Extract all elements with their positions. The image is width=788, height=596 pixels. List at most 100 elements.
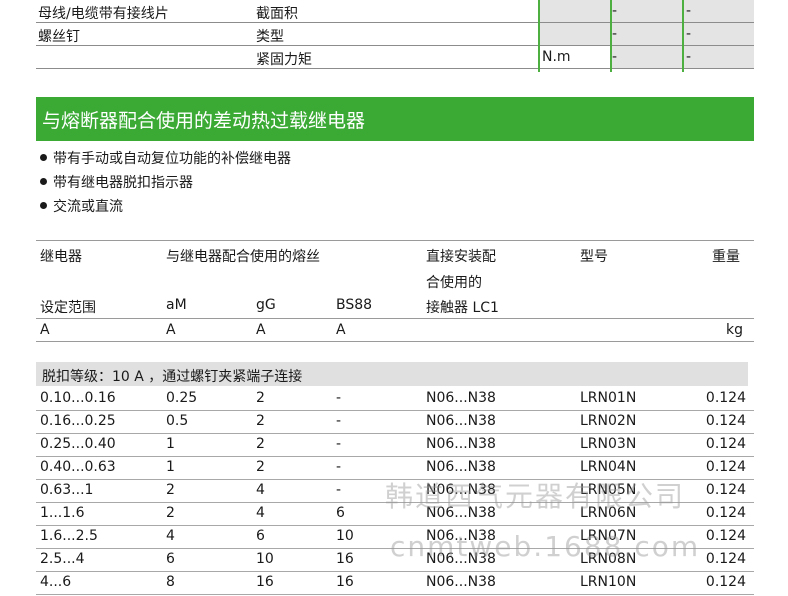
cell-range: 1.6...2.5 <box>40 528 98 544</box>
spec-row: 紧固力矩 N.m - - <box>36 46 754 69</box>
cell-model: LRN10N <box>580 574 637 590</box>
cell-weight: 0.124 <box>705 482 746 498</box>
unit-weight: kg <box>726 322 743 338</box>
cell-gg: 10 <box>256 551 274 567</box>
watermark-url: cnmtweb.1688.com <box>390 530 701 563</box>
cell-gg: 16 <box>256 574 274 590</box>
unit-bs88: A <box>336 322 346 338</box>
group-label: 脱扣等级：10 A ，通过螺钉夹紧端子连接 <box>42 369 303 385</box>
cell-range: 0.40...0.63 <box>40 459 116 475</box>
spec-label: 螺丝钉 <box>38 29 80 45</box>
bullet-dot-icon <box>40 202 47 209</box>
cell-am: 2 <box>166 505 175 521</box>
cell-model: LRN04N <box>580 459 637 475</box>
header-gg: gG <box>256 297 276 313</box>
column-divider <box>610 0 612 72</box>
cell-bs88: - <box>336 436 342 452</box>
cell-model: LRN03N <box>580 436 637 452</box>
cell-range: 0.10...0.16 <box>40 390 116 406</box>
cell-gg: 4 <box>256 482 265 498</box>
spec-row: 母线/电缆带有接线片 截面积 - - <box>36 0 754 23</box>
cell-weight: 0.124 <box>705 390 746 406</box>
cell-bs88: 6 <box>336 505 345 521</box>
cell-weight: 0.124 <box>705 551 746 567</box>
cell-weight: 0.124 <box>705 505 746 521</box>
header-contactor: 直接安装配 <box>426 249 496 265</box>
bullet-text: 带有继电器脱扣指示器 <box>53 175 193 191</box>
spec-table: 母线/电缆带有接线片 截面积 - - 螺丝钉 类型 - - 紧固力矩 N.m -… <box>36 0 754 72</box>
unit-setting: A <box>40 322 50 338</box>
cell-bs88: 16 <box>336 551 354 567</box>
spec-sub-label: 类型 <box>256 29 284 45</box>
header-fuse: 与继电器配合使用的熔丝 <box>166 249 320 265</box>
spec-row: 螺丝钉 类型 - - <box>36 23 754 46</box>
spec-unit: N.m <box>542 49 571 65</box>
bullet-dot-icon <box>40 154 47 161</box>
cell-model: LRN02N <box>580 413 637 429</box>
watermark-company: 韩道西气元器有限公司 <box>385 480 686 513</box>
table-row: 0.10...0.16 0.25 2 - N06...N38 LRN01N 0.… <box>36 387 754 411</box>
cell-bs88: - <box>336 482 342 498</box>
cell-am: 2 <box>166 482 175 498</box>
unit-rule <box>36 341 754 342</box>
header-contactor: 接触器 LC1 <box>426 300 499 316</box>
cell-am: 4 <box>166 528 175 544</box>
cell-weight: 0.124 <box>705 574 746 590</box>
table-row: 0.16...0.25 0.5 2 - N06...N38 LRN02N 0.1… <box>36 410 754 434</box>
unit-am: A <box>166 322 176 338</box>
spec-value: - <box>612 26 618 42</box>
cell-range: 2.5...4 <box>40 551 85 567</box>
feature-bullet: 带有继电器脱扣指示器 <box>40 172 193 192</box>
cell-gg: 4 <box>256 505 265 521</box>
cell-am: 0.25 <box>166 390 198 406</box>
header-rule <box>36 318 754 319</box>
table-row: 0.25...0.40 1 2 - N06...N38 LRN03N 0.124 <box>36 433 754 457</box>
unit-gg: A <box>256 322 266 338</box>
cell-gg: 2 <box>256 436 265 452</box>
cell-gg: 2 <box>256 459 265 475</box>
header-model: 型号 <box>580 249 608 265</box>
spec-sub-label: 截面积 <box>256 6 298 22</box>
cell-contactor: N06...N38 <box>426 390 496 406</box>
table-top-rule <box>36 240 754 241</box>
cell-bs88: 10 <box>336 528 354 544</box>
cell-am: 1 <box>166 436 175 452</box>
column-divider <box>682 0 684 72</box>
cell-am: 6 <box>166 551 175 567</box>
cell-bs88: 16 <box>336 574 354 590</box>
section-title: 与熔断器配合使用的差动热过载继电器 <box>42 110 366 132</box>
cell-am: 8 <box>166 574 175 590</box>
cell-range: 0.25...0.40 <box>40 436 116 452</box>
cell-bs88: - <box>336 413 342 429</box>
section-header: 与熔断器配合使用的差动热过载继电器 <box>36 97 754 141</box>
header-bs88: BS88 <box>336 297 373 313</box>
cell-gg: 2 <box>256 413 265 429</box>
cell-bs88: - <box>336 390 342 406</box>
cell-contactor: N06...N38 <box>426 574 496 590</box>
cell-weight: 0.124 <box>705 528 746 544</box>
group-header: 脱扣等级：10 A ，通过螺钉夹紧端子连接 <box>36 362 748 386</box>
table-row: 4...6 8 16 16 N06...N38 LRN10N 0.124 <box>36 571 754 595</box>
bullet-dot-icon <box>40 178 47 185</box>
cell-range: 0.63...1 <box>40 482 94 498</box>
spec-sub-label: 紧固力矩 <box>256 52 312 68</box>
cell-contactor: N06...N38 <box>426 459 496 475</box>
spec-value: - <box>612 3 618 19</box>
spec-value: - <box>686 26 692 42</box>
header-am: aM <box>166 297 187 313</box>
spec-value: - <box>612 49 618 65</box>
bullet-text: 交流或直流 <box>53 199 123 215</box>
spec-label: 母线/电缆带有接线片 <box>38 6 169 22</box>
cell-am: 1 <box>166 459 175 475</box>
feature-bullet: 交流或直流 <box>40 196 123 216</box>
cell-weight: 0.124 <box>705 436 746 452</box>
column-divider <box>538 0 540 72</box>
cell-bs88: - <box>336 459 342 475</box>
cell-range: 4...6 <box>40 574 72 590</box>
header-contactor: 合使用的 <box>426 275 482 291</box>
cell-contactor: N06...N38 <box>426 413 496 429</box>
cell-weight: 0.124 <box>705 413 746 429</box>
cell-am: 0.5 <box>166 413 189 429</box>
cell-gg: 2 <box>256 390 265 406</box>
cell-range: 0.16...0.25 <box>40 413 116 429</box>
